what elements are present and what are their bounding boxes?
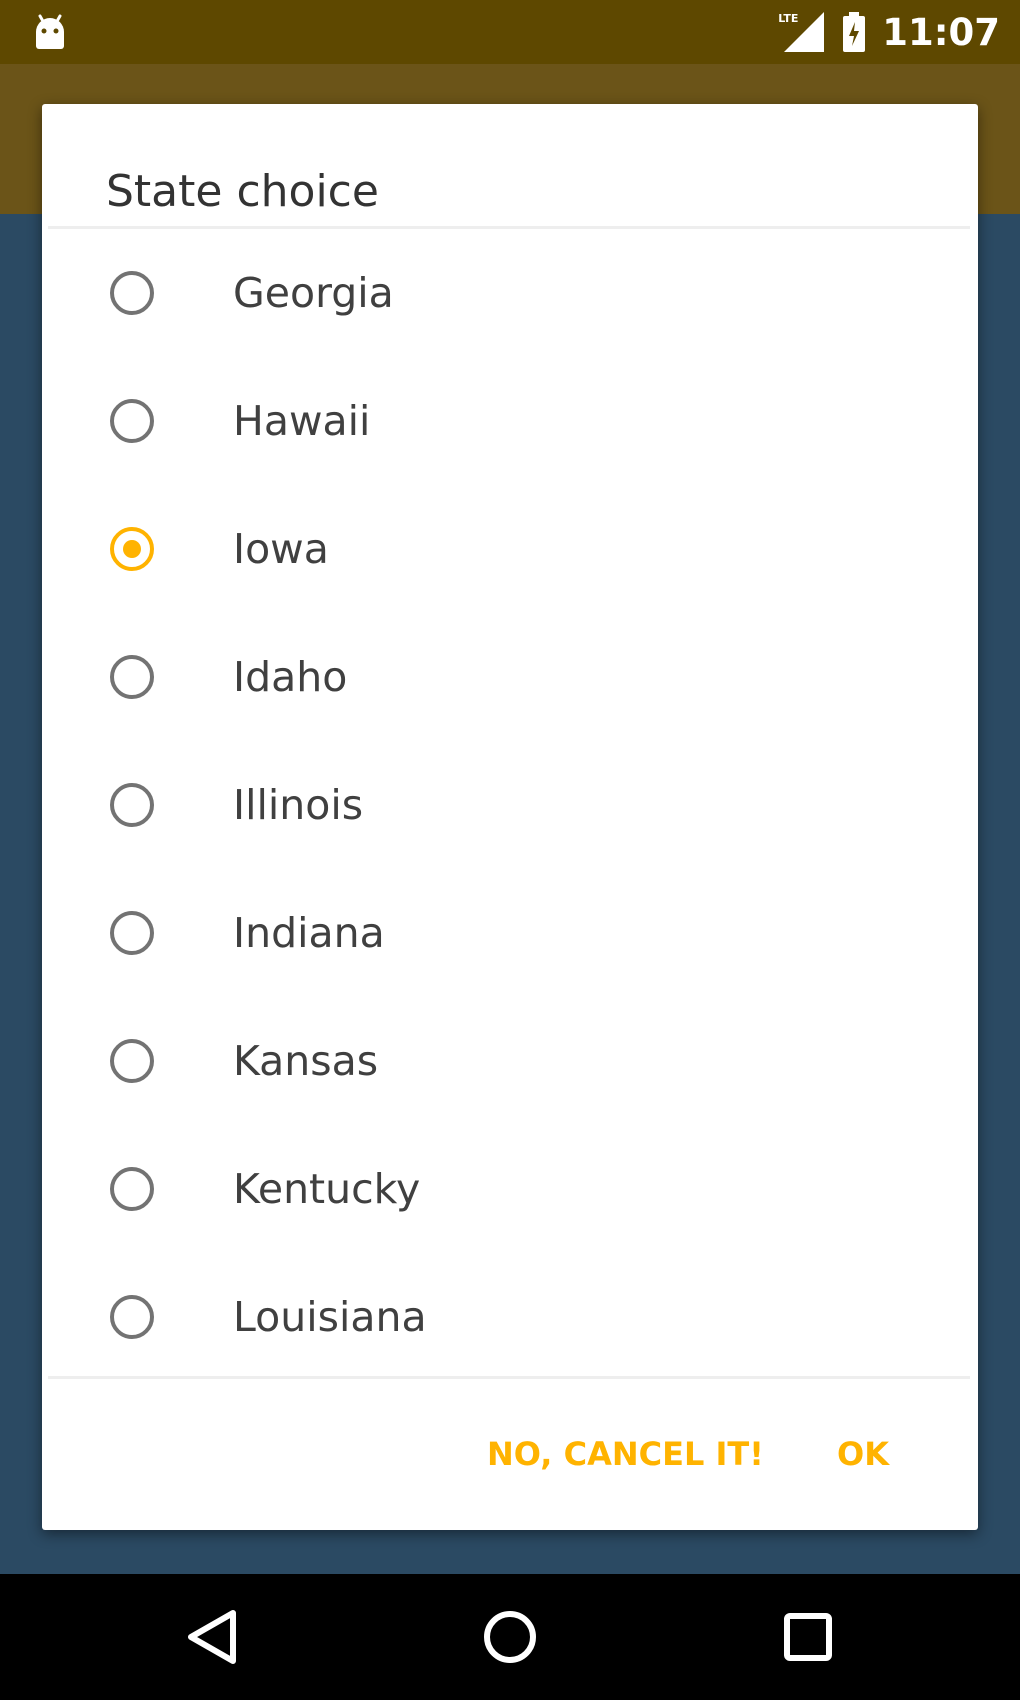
option-label: Kansas [233, 1037, 379, 1085]
battery-icon [840, 10, 868, 54]
options-list[interactable]: Georgia Hawaii Iowa Idaho Illinois India… [42, 229, 978, 1376]
radio-button[interactable] [110, 655, 154, 699]
option-georgia[interactable]: Georgia [42, 229, 978, 357]
radio-button[interactable] [110, 911, 154, 955]
option-kentucky[interactable]: Kentucky [42, 1125, 978, 1253]
android-icon [30, 12, 70, 52]
dialog-actions: NO, CANCEL IT! OK [42, 1379, 978, 1530]
option-kansas[interactable]: Kansas [42, 997, 978, 1125]
option-iowa[interactable]: Iowa [42, 485, 978, 613]
dialog-title: State choice [106, 166, 379, 217]
radio-button[interactable] [110, 399, 154, 443]
radio-button[interactable] [110, 783, 154, 827]
option-label: Hawaii [233, 397, 371, 445]
home-icon[interactable] [472, 1599, 548, 1675]
status-time: 11:07 [882, 10, 1000, 54]
option-idaho[interactable]: Idaho [42, 613, 978, 741]
screen: LTE 11:07 State choice Georgia Hawaii Io… [0, 0, 1020, 1700]
navigation-bar [0, 1574, 1020, 1700]
radio-button-checked[interactable] [110, 527, 154, 571]
state-choice-dialog: State choice Georgia Hawaii Iowa Idaho I… [42, 104, 978, 1530]
option-label: Illinois [233, 781, 364, 829]
option-louisiana[interactable]: Louisiana [42, 1253, 978, 1376]
option-illinois[interactable]: Illinois [42, 741, 978, 869]
status-icons: LTE 11:07 [778, 0, 1000, 64]
option-label: Kentucky [233, 1165, 421, 1213]
cancel-button[interactable]: NO, CANCEL IT! [475, 1425, 776, 1483]
option-hawaii[interactable]: Hawaii [42, 357, 978, 485]
radio-button[interactable] [110, 271, 154, 315]
recents-icon[interactable] [770, 1599, 846, 1675]
ok-button[interactable]: OK [825, 1425, 901, 1483]
option-label: Idaho [233, 653, 348, 701]
option-label: Louisiana [233, 1293, 427, 1341]
radio-button[interactable] [110, 1167, 154, 1211]
option-label: Iowa [233, 525, 329, 573]
radio-button[interactable] [110, 1295, 154, 1339]
dialog-header: State choice [42, 104, 978, 229]
back-icon[interactable] [175, 1599, 251, 1675]
status-bar: LTE 11:07 [0, 0, 1020, 64]
network-label: LTE [778, 12, 799, 25]
signal-icon: LTE [778, 10, 826, 54]
option-indiana[interactable]: Indiana [42, 869, 978, 997]
radio-button[interactable] [110, 1039, 154, 1083]
option-label: Indiana [233, 909, 385, 957]
option-label: Georgia [233, 269, 394, 317]
